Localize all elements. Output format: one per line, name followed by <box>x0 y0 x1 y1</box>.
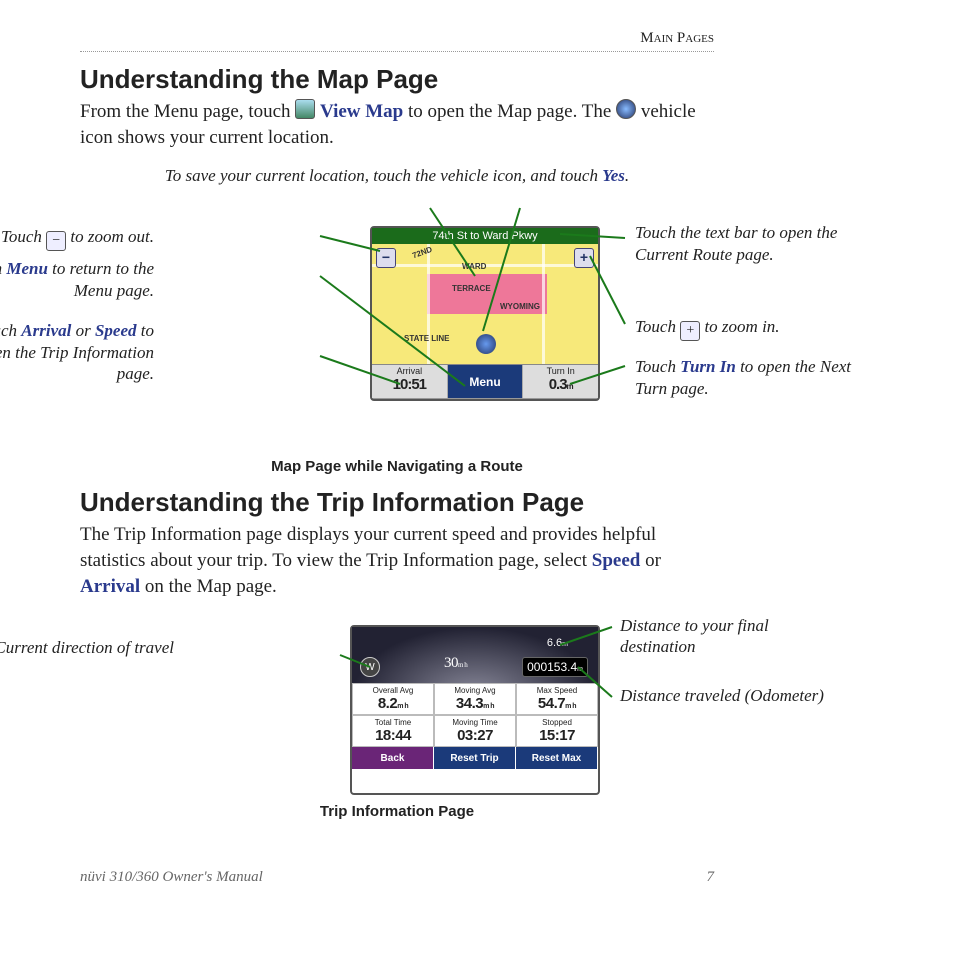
section-header: Main Pages <box>80 30 714 52</box>
map-diagram: To save your current location, touch the… <box>80 166 714 456</box>
callout-text-bar: Touch the text bar to open the Current R… <box>635 222 845 265</box>
heading-trip-page: Understanding the Trip Information Page <box>80 487 714 518</box>
callout-dist-final: Distance to your final destination <box>620 615 830 658</box>
reset-max-button[interactable]: Reset Max <box>516 747 598 769</box>
trip-intro-paragraph: The Trip Information page displays your … <box>80 522 714 599</box>
map-intro-paragraph: From the Menu page, touch View Map to op… <box>80 99 714 150</box>
vehicle-icon <box>616 99 636 119</box>
vehicle-marker[interactable] <box>476 334 496 354</box>
heading-map-page: Understanding the Map Page <box>80 64 714 95</box>
compass-indicator: W <box>360 657 380 677</box>
trip-figure-caption: Trip Information Page <box>80 803 714 820</box>
map-device-mock: 74th St to Ward Pkwy − + WARD TERRACE WY… <box>370 226 600 401</box>
callout-menu: Touch Menu to return to the Menu page. <box>0 258 154 301</box>
distance-remaining: 6.6m <box>547 637 568 649</box>
callout-trip-info: Touch Arrival or Speed to open the Trip … <box>0 320 154 384</box>
map-title-bar[interactable]: 74th St to Ward Pkwy <box>372 228 598 244</box>
minus-icon: − <box>46 231 66 251</box>
manual-title: nüvi 310/360 Owner's Manual <box>80 869 263 886</box>
turn-in-button[interactable]: Turn In 0.3m <box>523 365 598 398</box>
trip-device-mock: W 30m h 6.6m 000153.4m Overall Avg8.2m h… <box>350 625 600 795</box>
reset-trip-button[interactable]: Reset Trip <box>434 747 516 769</box>
callout-turn-in: Touch Turn In to open the Next Turn page… <box>635 356 855 399</box>
stat-stopped: Stopped15:17 <box>516 715 598 747</box>
arrival-button[interactable]: Arrival 10:51 <box>372 365 448 398</box>
speed-value: 30m h <box>444 655 467 672</box>
page-footer: nüvi 310/360 Owner's Manual 7 <box>80 869 714 886</box>
zoom-in-button[interactable]: + <box>574 248 594 268</box>
map-figure-caption: Map Page while Navigating a Route <box>80 458 714 475</box>
callout-zoom-out: Touch − to zoom out. <box>0 226 154 251</box>
menu-button[interactable]: Menu <box>448 365 524 398</box>
callout-zoom-in: Touch + to zoom in. <box>635 316 845 341</box>
page-number: 7 <box>707 869 715 886</box>
stat-total-time: Total Time18:44 <box>352 715 434 747</box>
stat-moving-avg: Moving Avg34.3m h <box>434 683 516 715</box>
gauge-panel: W 30m h 6.6m 000153.4m <box>352 627 598 683</box>
zoom-out-button[interactable]: − <box>376 248 396 268</box>
stats-grid: Overall Avg8.2m h Moving Avg34.3m h Max … <box>352 683 598 747</box>
map-canvas[interactable]: − + WARD TERRACE WYOMING STATE LINE 72ND <box>372 244 598 364</box>
back-button[interactable]: Back <box>352 747 434 769</box>
callout-odometer: Distance traveled (Odometer) <box>620 685 830 706</box>
save-location-note: To save your current location, touch the… <box>80 166 714 186</box>
view-map-term: View Map <box>320 101 403 122</box>
stat-max-speed: Max Speed54.7m h <box>516 683 598 715</box>
plus-icon: + <box>680 321 700 341</box>
callout-direction: Current direction of travel <box>0 637 174 658</box>
view-map-icon <box>295 99 315 119</box>
trip-diagram: Current direction of travel Distance to … <box>80 615 714 845</box>
stat-moving-time: Moving Time03:27 <box>434 715 516 747</box>
stat-overall-avg: Overall Avg8.2m h <box>352 683 434 715</box>
odometer-value: 000153.4m <box>522 657 588 677</box>
